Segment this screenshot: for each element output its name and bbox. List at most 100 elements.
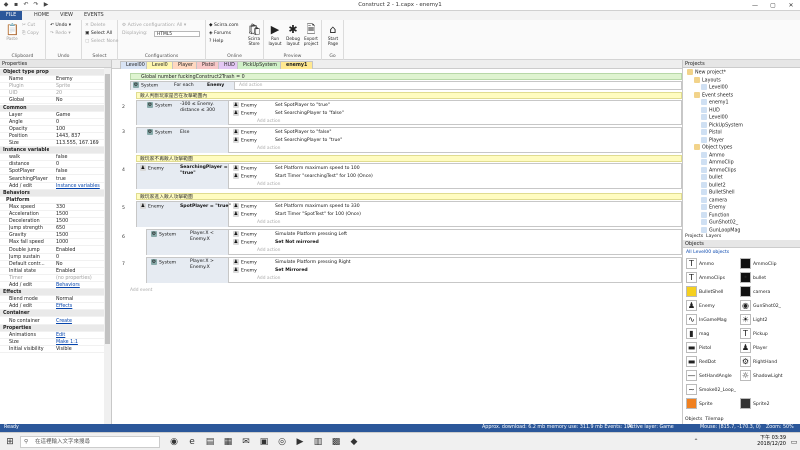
object-item[interactable]: ▮ mag xyxy=(686,328,709,340)
action[interactable]: Set SearchingPlayer to "false" xyxy=(275,110,344,118)
scirra-store-button[interactable]: 🛍 Scirra Store xyxy=(244,23,264,47)
object-item[interactable]: ☼ ShadowLight xyxy=(740,370,783,382)
copy-button[interactable]: ⎘ Copy xyxy=(22,31,39,37)
add-action-link[interactable]: Add action xyxy=(257,182,280,187)
tab-view[interactable]: VIEW xyxy=(54,11,79,20)
property-section[interactable]: Container xyxy=(0,310,104,318)
object-item[interactable]: ∿ InGameMag xyxy=(686,314,727,326)
doc-tab-player[interactable]: Player xyxy=(172,61,199,69)
property-row[interactable]: Deceleration 1500 xyxy=(0,218,104,226)
action[interactable]: Set SpotPlayer to "false" xyxy=(275,129,331,137)
property-link[interactable]: Edit xyxy=(56,332,104,339)
debug-layout-button[interactable]: ✱ Debug layout xyxy=(283,23,303,47)
property-link[interactable]: Make 1:1 xyxy=(56,339,104,346)
property-link[interactable]: Create xyxy=(56,318,104,325)
add-event-link[interactable]: Add event xyxy=(130,288,152,293)
property-row[interactable]: Blend mode Normal xyxy=(0,296,104,304)
event-2[interactable]: ⚙ System -300 ≤ Enemy. distance ≤ 300 ♟ En… xyxy=(136,100,682,125)
event-3-conditions[interactable]: ⚙ System Else xyxy=(137,128,229,153)
photos-icon[interactable]: ▩ xyxy=(330,436,342,448)
property-row[interactable]: Name Enemy xyxy=(0,76,104,84)
event-4-conditions[interactable]: ♟ Enemy SearchingPlayer = "true" xyxy=(137,164,229,189)
add-action-link[interactable]: Add action xyxy=(257,220,280,225)
object-item[interactable]: ♟ Player xyxy=(740,342,767,354)
property-link[interactable]: Behaviors xyxy=(56,282,104,289)
taskbar-search[interactable]: ⚲ 在這裡輸入文字來搜尋 xyxy=(20,436,160,448)
property-section[interactable]: Instance variables xyxy=(0,147,104,155)
properties-scrollbar[interactable] xyxy=(104,68,111,424)
event-5-conditions[interactable]: ♟ Enemy SpotPlayer = "true" xyxy=(137,202,231,227)
property-section[interactable]: Object type properties xyxy=(0,69,104,77)
property-link[interactable]: Instance variables xyxy=(56,183,104,190)
object-item[interactable]: Sprite2 xyxy=(740,398,770,410)
action[interactable]: Simulate Platform pressing Right xyxy=(275,259,351,267)
tray-icons[interactable]: ⌃ ▭ ♪ xyxy=(690,436,702,448)
notification-icon[interactable]: ▭ xyxy=(788,436,800,448)
add-action-link[interactable]: Add action xyxy=(257,146,280,151)
event-4[interactable]: ♟ Enemy SearchingPlayer = "true" ♟ Enemy S… xyxy=(136,163,682,189)
line-icon[interactable]: ▣ xyxy=(258,436,270,448)
property-row[interactable]: walk false xyxy=(0,154,104,162)
comment[interactable]: 敵玩家進入敵人攻擊範圍 xyxy=(136,193,682,200)
media-icon[interactable]: ▶ xyxy=(294,436,306,448)
select-none-button[interactable]: ▢ Select None xyxy=(85,39,118,45)
tab-projects[interactable]: Projects xyxy=(685,234,703,239)
property-row[interactable]: Platform xyxy=(0,197,104,204)
action[interactable]: Set Not mirrored xyxy=(275,239,319,247)
event-2-conditions[interactable]: ⚙ System -300 ≤ Enemy. distance ≤ 300 xyxy=(137,101,229,125)
property-row[interactable]: Size Make 1:1 xyxy=(0,339,104,346)
redo-button[interactable]: ↷ Redo ▾ xyxy=(50,31,71,37)
property-row[interactable]: Angle 0 xyxy=(0,119,104,126)
app-icon[interactable]: ▥ xyxy=(312,436,324,448)
cut-button[interactable]: ✂ Cut xyxy=(22,23,35,29)
property-row[interactable]: Add / edit Behaviors xyxy=(0,282,104,290)
object-item[interactable]: BulletShell xyxy=(686,286,723,298)
object-item[interactable]: camera xyxy=(740,286,770,298)
minimize-button[interactable]: — xyxy=(746,0,764,11)
property-row[interactable]: No container Create xyxy=(0,318,104,325)
clock[interactable]: 下午 03:39 2018/12/20 xyxy=(744,435,786,447)
property-section[interactable]: Properties xyxy=(0,324,104,332)
scirra-link[interactable]: ◆ Scirra.com xyxy=(209,23,239,29)
object-item[interactable]: AmmoClip xyxy=(740,258,777,270)
doc-tab-enemy1[interactable]: enemy1 xyxy=(280,61,314,69)
close-button[interactable]: ✕ xyxy=(782,0,800,11)
maximize-button[interactable]: ▢ xyxy=(764,0,782,11)
active-configuration[interactable]: ⚙ Active configuration: All ▾ xyxy=(122,23,186,29)
object-item[interactable]: T Ammo xyxy=(686,258,714,270)
object-item[interactable]: ▬ Pistol xyxy=(686,342,711,354)
action[interactable]: Set Platform maximum speed to 100 xyxy=(275,165,360,173)
event-3[interactable]: ⚙ System Else ♟ Enemy Set SpotPlayer to "f… xyxy=(136,127,682,153)
property-section[interactable]: Common xyxy=(0,104,104,112)
property-section[interactable]: Behaviors xyxy=(0,189,104,197)
property-row[interactable]: Add / edit Instance variables xyxy=(0,183,104,190)
forums-link[interactable]: ◈ Forums xyxy=(209,31,231,37)
action[interactable]: Set SpotPlayer to "true" xyxy=(275,102,330,110)
undo-button[interactable]: ↶ Undo ▾ xyxy=(50,23,71,29)
event-1-conditions[interactable]: ⚙ System For each Enemy xyxy=(131,82,235,90)
property-row[interactable]: Acceleration 1500 xyxy=(0,211,104,219)
property-row[interactable]: SpotPlayer false xyxy=(0,168,104,176)
property-row[interactable]: Default contr... No xyxy=(0,261,104,268)
scrollbar-thumb[interactable] xyxy=(105,74,110,344)
tab-home[interactable]: HOME xyxy=(28,11,55,20)
export-project-button[interactable]: 🗎 Export project xyxy=(301,23,321,47)
property-row[interactable]: Layer Game xyxy=(0,112,104,119)
tab-events[interactable]: EVENTS xyxy=(78,11,110,20)
tab-objects[interactable]: Objects xyxy=(685,417,702,422)
property-row[interactable]: Global No xyxy=(0,97,104,105)
comment[interactable]: 敵人判斷玩家是否在攻擊範圍內 xyxy=(136,92,682,99)
property-row[interactable]: Add / edit Effects xyxy=(0,303,104,311)
object-item[interactable]: Sprite xyxy=(686,398,713,410)
add-action-link[interactable]: Add action xyxy=(257,248,280,253)
edge-icon[interactable]: e xyxy=(186,436,198,448)
property-row[interactable]: Plugin Sprite xyxy=(0,83,104,91)
object-item[interactable]: ♟ Enemy xyxy=(686,300,715,312)
property-row[interactable]: Max speed 330 xyxy=(0,204,104,211)
action[interactable]: Start Timer "searchingTest" for 100 (Onc… xyxy=(275,173,373,181)
object-item[interactable]: T AmmoClips xyxy=(686,272,725,284)
displaying-select[interactable]: HTML5 xyxy=(154,31,200,37)
event-6-conditions[interactable]: ⚙ System Player.X < Enemy.X xyxy=(147,230,229,255)
action[interactable]: Set SearchingPlayer to "true" xyxy=(275,137,342,145)
select-all-button[interactable]: ▣ Select All xyxy=(85,31,112,37)
